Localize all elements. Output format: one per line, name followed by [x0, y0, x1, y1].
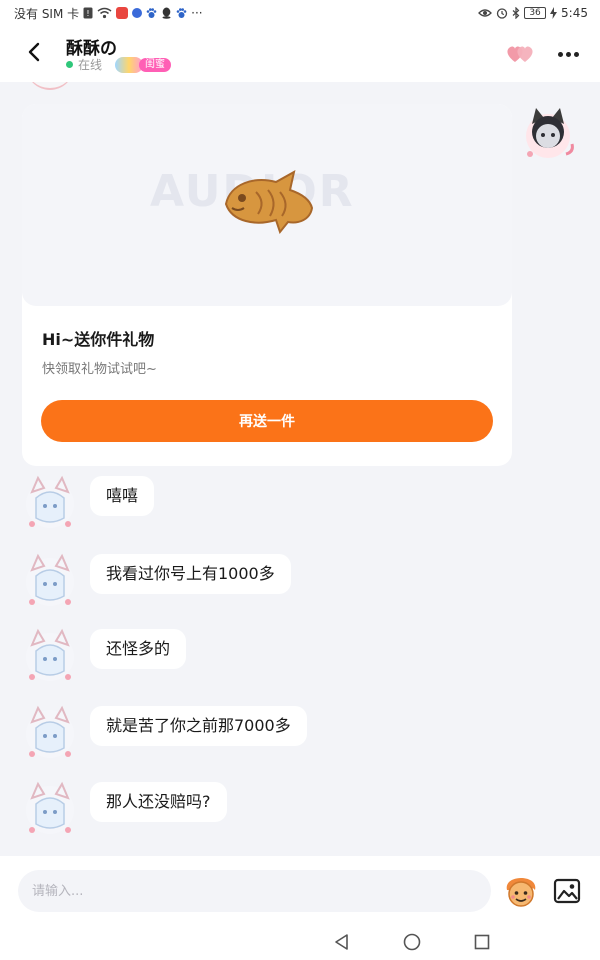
gift-card: AUDIOR Hi~送你件礼物 快领取礼物试试吧~ 再送一件 — [22, 104, 512, 466]
emoji-icon[interactable] — [503, 874, 539, 910]
status-bar: 没有 SIM 卡 ! ··· 36 5:45 — [0, 0, 600, 26]
contact-status: 在线 闺蜜 — [66, 56, 172, 73]
avatar[interactable] — [22, 474, 78, 532]
message-row: 还怪多的 — [0, 627, 600, 687]
hearts-icon — [507, 46, 533, 62]
system-navigation-bar — [0, 924, 600, 960]
image-icon[interactable] — [552, 876, 582, 906]
qq-icon — [161, 7, 172, 19]
message-bubble[interactable]: 那人还没赔吗? — [90, 782, 227, 822]
app-dot-icon — [132, 8, 143, 18]
nav-home-icon[interactable] — [402, 932, 422, 952]
app-badge-icon — [116, 7, 129, 19]
status-bar-right: 36 5:45 — [478, 6, 588, 20]
message-row: 我看过你号上有1000多 — [0, 552, 600, 612]
status-bar-left: 没有 SIM 卡 ! ··· — [14, 5, 203, 22]
back-arrow-icon — [28, 42, 40, 62]
avatar[interactable] — [518, 102, 578, 166]
paw-icon — [176, 7, 187, 19]
online-dot — [66, 61, 73, 68]
message-row: 嘻嘻 — [0, 474, 600, 534]
avatar[interactable] — [22, 704, 78, 762]
message-list[interactable]: AUDIOR Hi~送你件礼物 快领取礼物试试吧~ 再送一件 — [0, 82, 600, 856]
more-button[interactable] — [552, 40, 584, 68]
avatar[interactable] — [22, 780, 78, 838]
sim-alert-icon: ! — [83, 7, 93, 19]
online-status-text: 在线 — [78, 58, 103, 72]
message-bubble[interactable]: 还怪多的 — [90, 629, 187, 669]
avatar[interactable] — [22, 552, 78, 610]
message-bubble[interactable]: 嘻嘻 — [90, 476, 155, 516]
more-icon — [557, 51, 563, 57]
intimacy-button[interactable] — [505, 40, 537, 68]
message-bubble[interactable]: 我看过你号上有1000多 — [90, 554, 291, 594]
charging-icon — [550, 7, 558, 19]
eye-icon — [478, 8, 492, 18]
back-button[interactable] — [18, 36, 50, 68]
wifi-icon — [97, 7, 112, 19]
clock: 5:45 — [561, 6, 588, 20]
avatar[interactable] — [22, 627, 78, 685]
more-icon — [565, 51, 571, 57]
message-row: 就是苦了你之前那7000多 — [0, 704, 600, 764]
gift-title: Hi~送你件礼物 — [42, 330, 155, 349]
message-input[interactable] — [18, 870, 491, 912]
pair-badge-label: 闺蜜 — [139, 57, 172, 72]
message-bubble[interactable]: 就是苦了你之前那7000多 — [90, 706, 307, 746]
message-row: 那人还没赔吗? — [0, 780, 600, 840]
avatar — [26, 82, 74, 90]
nav-recents-icon[interactable] — [472, 932, 492, 952]
alarm-icon — [496, 7, 508, 19]
nav-back-icon[interactable] — [332, 932, 352, 952]
carrier-label: 没有 SIM 卡 — [14, 6, 80, 21]
pair-badge: 闺蜜 — [115, 56, 172, 73]
paw-icon — [146, 7, 157, 19]
gift-subtitle: 快领取礼物试试吧~ — [42, 362, 157, 377]
battery-icon: 36 — [524, 7, 547, 19]
gift-image: AUDIOR — [22, 104, 512, 306]
taiyaki-fish-icon — [224, 170, 314, 235]
status-overflow: ··· — [191, 6, 203, 20]
svg-text:!: ! — [87, 9, 90, 18]
send-another-gift-button[interactable]: 再送一件 — [41, 400, 493, 442]
more-icon — [573, 51, 579, 57]
chat-header: 酥酥の 在线 闺蜜 — [0, 26, 600, 82]
bluetooth-icon — [512, 7, 520, 19]
input-bar — [0, 856, 600, 924]
